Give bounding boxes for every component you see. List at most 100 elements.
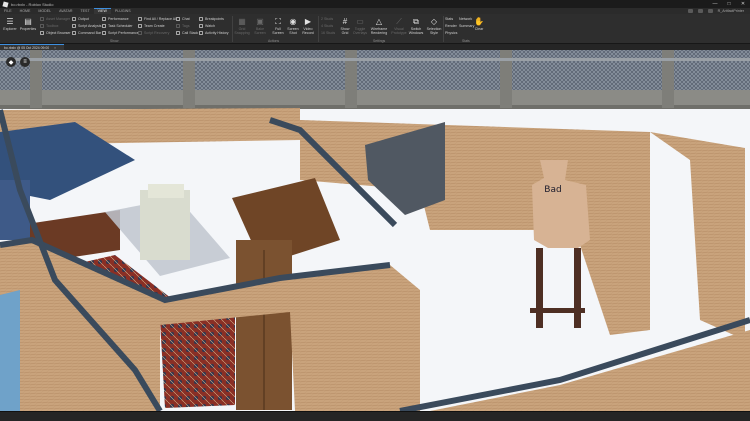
script-recovery-button[interactable]: Script Recovery <box>138 30 169 36</box>
team-create-icon <box>138 24 142 28</box>
script-analysis-icon <box>72 24 76 28</box>
status-bar <box>0 411 750 421</box>
object-browser-button[interactable]: Object Browser <box>40 30 71 36</box>
physics-button[interactable]: Physics <box>445 30 457 36</box>
catwalk-beam-edge <box>0 105 750 109</box>
render-label: Render <box>445 24 457 28</box>
switch-windows-button[interactable]: ⧉ Switch Windows <box>408 17 424 35</box>
task-scheduler-button[interactable]: Task Scheduler <box>102 23 133 29</box>
studs-4-option[interactable]: 4 Studs <box>321 23 333 29</box>
notifications-icon[interactable] <box>697 9 703 13</box>
chat-button[interactable]: Chat <box>176 16 190 22</box>
studs-16-option[interactable]: 16 Studs <box>321 30 335 36</box>
watch-icon <box>199 24 203 28</box>
team-create-button[interactable]: Team Create <box>138 23 165 29</box>
script-performance-button[interactable]: Script Performance <box>102 30 139 36</box>
viewport-3d[interactable]: Bad ◆ ≡ <box>0 50 750 411</box>
script-analysis-button[interactable]: Script Analysis <box>72 23 101 29</box>
command-bar-icon <box>72 31 76 35</box>
maximize-button[interactable]: □ <box>722 1 736 7</box>
studs-2-option[interactable]: 2 Studs <box>321 16 333 22</box>
find-all-icon <box>138 17 142 21</box>
find-all-label: Find All / Replace All <box>144 17 177 21</box>
full-screen-button[interactable]: ⛶ Full Screen <box>271 17 285 35</box>
object-browser-icon <box>40 31 44 35</box>
stats-button[interactable]: Stats <box>445 16 453 22</box>
call-stack-button[interactable]: Call Stack <box>176 30 198 36</box>
minimize-button[interactable]: — <box>708 1 722 7</box>
tags-button[interactable]: Tags <box>176 23 190 29</box>
properties-label: Properties <box>19 27 37 31</box>
selection-style-button[interactable]: ◇ Selection Style <box>426 17 442 35</box>
chat-icon <box>176 17 180 21</box>
asset-manager-button[interactable]: Asset Manager <box>40 16 70 22</box>
breakpoints-label: Breakpoints <box>205 17 224 21</box>
watch-button[interactable]: Watch <box>199 23 215 29</box>
catwalk-mesh <box>0 50 750 90</box>
bake-screen-label: Bake Screen <box>254 27 266 35</box>
grid-snapping-button[interactable]: ▦ Grid Snapping <box>234 17 249 35</box>
properties-button[interactable]: ▤ Properties <box>19 17 37 31</box>
find-all-button[interactable]: Find All / Replace All <box>138 16 177 22</box>
roblox-menu-button[interactable]: ◆ <box>6 57 16 67</box>
target-leg-left <box>536 248 543 328</box>
breakpoints-icon <box>199 17 203 21</box>
screen-shot-button[interactable]: ◉ Screen Shot <box>286 17 300 35</box>
studs-4-label: 4 Studs <box>321 24 334 28</box>
full-screen-label: Full Screen <box>272 27 284 35</box>
explorer-button[interactable]: ☰ Explorer <box>3 17 17 31</box>
wireframe-icon: △ <box>375 16 383 26</box>
activity-history-icon <box>199 31 203 35</box>
performance-button[interactable]: Performance <box>102 16 129 22</box>
selection-style-label: Selection Style <box>426 27 442 35</box>
script-recovery-label: Script Recovery <box>144 31 170 35</box>
video-record-button[interactable]: ▶ Video Record <box>301 17 315 35</box>
activity-history-label: Activity History <box>205 31 229 35</box>
watch-label: Watch <box>205 24 216 28</box>
money-stack <box>140 190 190 260</box>
share-icon[interactable] <box>687 9 693 13</box>
toggle-overlays-label: Toggle Overlays <box>352 27 368 35</box>
show-grid-button[interactable]: # Show Grid <box>338 17 352 35</box>
actions-group-label: Actions <box>268 39 280 43</box>
physics-label: Physics <box>445 31 458 35</box>
video-record-label: Video Record <box>302 27 314 35</box>
selection-style-icon: ◇ <box>430 16 438 26</box>
chat-label: Chat <box>182 17 190 21</box>
render-button[interactable]: Render <box>445 23 457 29</box>
user-name[interactable]: R_ArtifactPrinter <box>718 9 744 13</box>
script-performance-icon <box>102 31 106 35</box>
switch-windows-label: Switch Windows <box>408 27 424 35</box>
studs-2-label: 2 Studs <box>321 17 334 21</box>
money-stack-top <box>148 184 184 198</box>
network-button[interactable]: Network <box>459 16 472 22</box>
water-edge <box>0 290 20 411</box>
performance-label: Performance <box>108 17 129 21</box>
toolbox-button[interactable]: Toolbox <box>40 23 58 29</box>
activity-history-button[interactable]: Activity History <box>199 30 229 36</box>
wireframe-rendering-button[interactable]: △ Wireframe Rendering <box>368 17 390 35</box>
clear-label: Clear <box>474 27 484 31</box>
hamburger-menu-button[interactable]: ≡ <box>20 57 30 67</box>
output-icon <box>72 17 76 21</box>
settings-icon[interactable] <box>707 9 713 13</box>
clear-stats-button[interactable]: ✋ Clear <box>473 17 485 31</box>
toggle-overlays-button[interactable]: ▭ Toggle Overlays <box>353 17 367 35</box>
camera-icon: ◉ <box>289 16 297 26</box>
network-label: Network <box>459 17 473 21</box>
show-grid-label: Show Grid <box>340 27 350 35</box>
stats-label: Stats <box>445 17 454 21</box>
visual-prototype-button[interactable]: ⟋ Visual Prototype <box>391 17 407 35</box>
script-recovery-icon <box>138 31 142 35</box>
output-button[interactable]: Output <box>72 16 89 22</box>
windows-icon: ⧉ <box>413 16 419 26</box>
close-window-button[interactable]: ✕ <box>736 1 750 7</box>
command-bar-button[interactable]: Command Bar <box>72 30 101 36</box>
overlays-icon: ▭ <box>356 16 364 26</box>
roblox-studio-logo-icon <box>2 0 9 8</box>
breakpoints-button[interactable]: Breakpoints <box>199 16 224 22</box>
bake-screen-button[interactable]: ▣ Bake Screen <box>253 17 267 35</box>
task-scheduler-icon <box>102 24 106 28</box>
asset-manager-icon <box>40 17 44 21</box>
window-title: bo.rbxlx - Roblox Studio <box>11 1 54 7</box>
